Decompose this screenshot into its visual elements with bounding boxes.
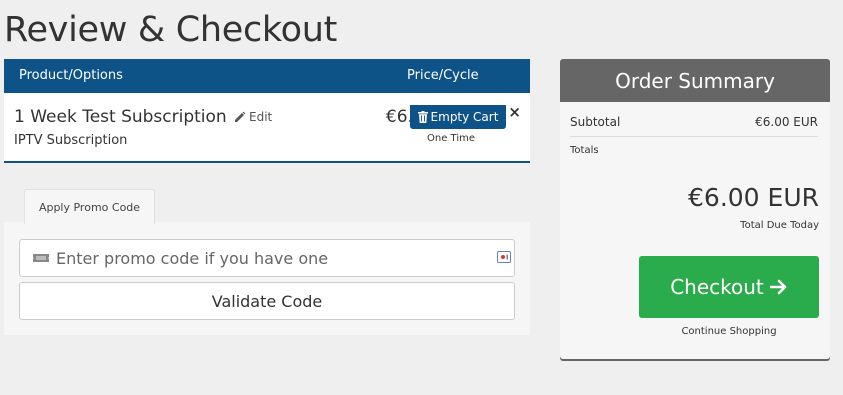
trash-icon: [417, 111, 428, 123]
page-title: Review & Checkout: [4, 10, 338, 50]
pencil-icon: [235, 111, 246, 122]
order-summary-title: Order Summary: [560, 59, 830, 102]
promo-code-input[interactable]: [56, 248, 476, 268]
totals-label: Totals: [570, 145, 599, 156]
close-icon[interactable]: ×: [508, 105, 521, 120]
ticket-icon: [33, 254, 49, 262]
total-due-label: Total Due Today: [740, 220, 819, 231]
item-cycle: One Time: [426, 133, 475, 144]
edit-label: Edit: [249, 110, 273, 124]
empty-cart-button[interactable]: Empty Cart: [410, 105, 506, 129]
total-due-amount: €6.00 EUR: [688, 183, 819, 212]
continue-shopping-link[interactable]: Continue Shopping: [639, 326, 819, 337]
subtotal-label: Subtotal: [570, 115, 621, 129]
promo-input-group: [19, 239, 515, 277]
subtotal-value: €6.00 EUR: [755, 115, 818, 129]
arrow-right-icon: [769, 279, 787, 295]
tab-apply-promo-code[interactable]: Apply Promo Code: [24, 189, 155, 224]
product-options-header: Product/Options: [19, 68, 123, 83]
item-group: IPTV Subscription: [14, 133, 128, 148]
empty-cart-label: Empty Cart: [430, 110, 499, 124]
price-cycle-header: Price/Cycle: [407, 68, 479, 83]
checkout-button[interactable]: Checkout: [639, 256, 819, 318]
checkout-label: Checkout: [670, 275, 764, 299]
totals-row: Totals: [570, 145, 818, 156]
field-lock-icon: [497, 251, 511, 263]
subtotal-row: Subtotal €6.00 EUR: [570, 115, 818, 137]
edit-item-link[interactable]: Edit: [234, 110, 272, 124]
validate-code-button[interactable]: Validate Code: [19, 282, 515, 320]
item-name: 1 Week Test Subscription: [14, 107, 227, 127]
order-summary: Order Summary Subtotal €6.00 EUR Totals …: [560, 59, 830, 359]
cart-header: Product/Options Price/Cycle: [4, 59, 530, 93]
